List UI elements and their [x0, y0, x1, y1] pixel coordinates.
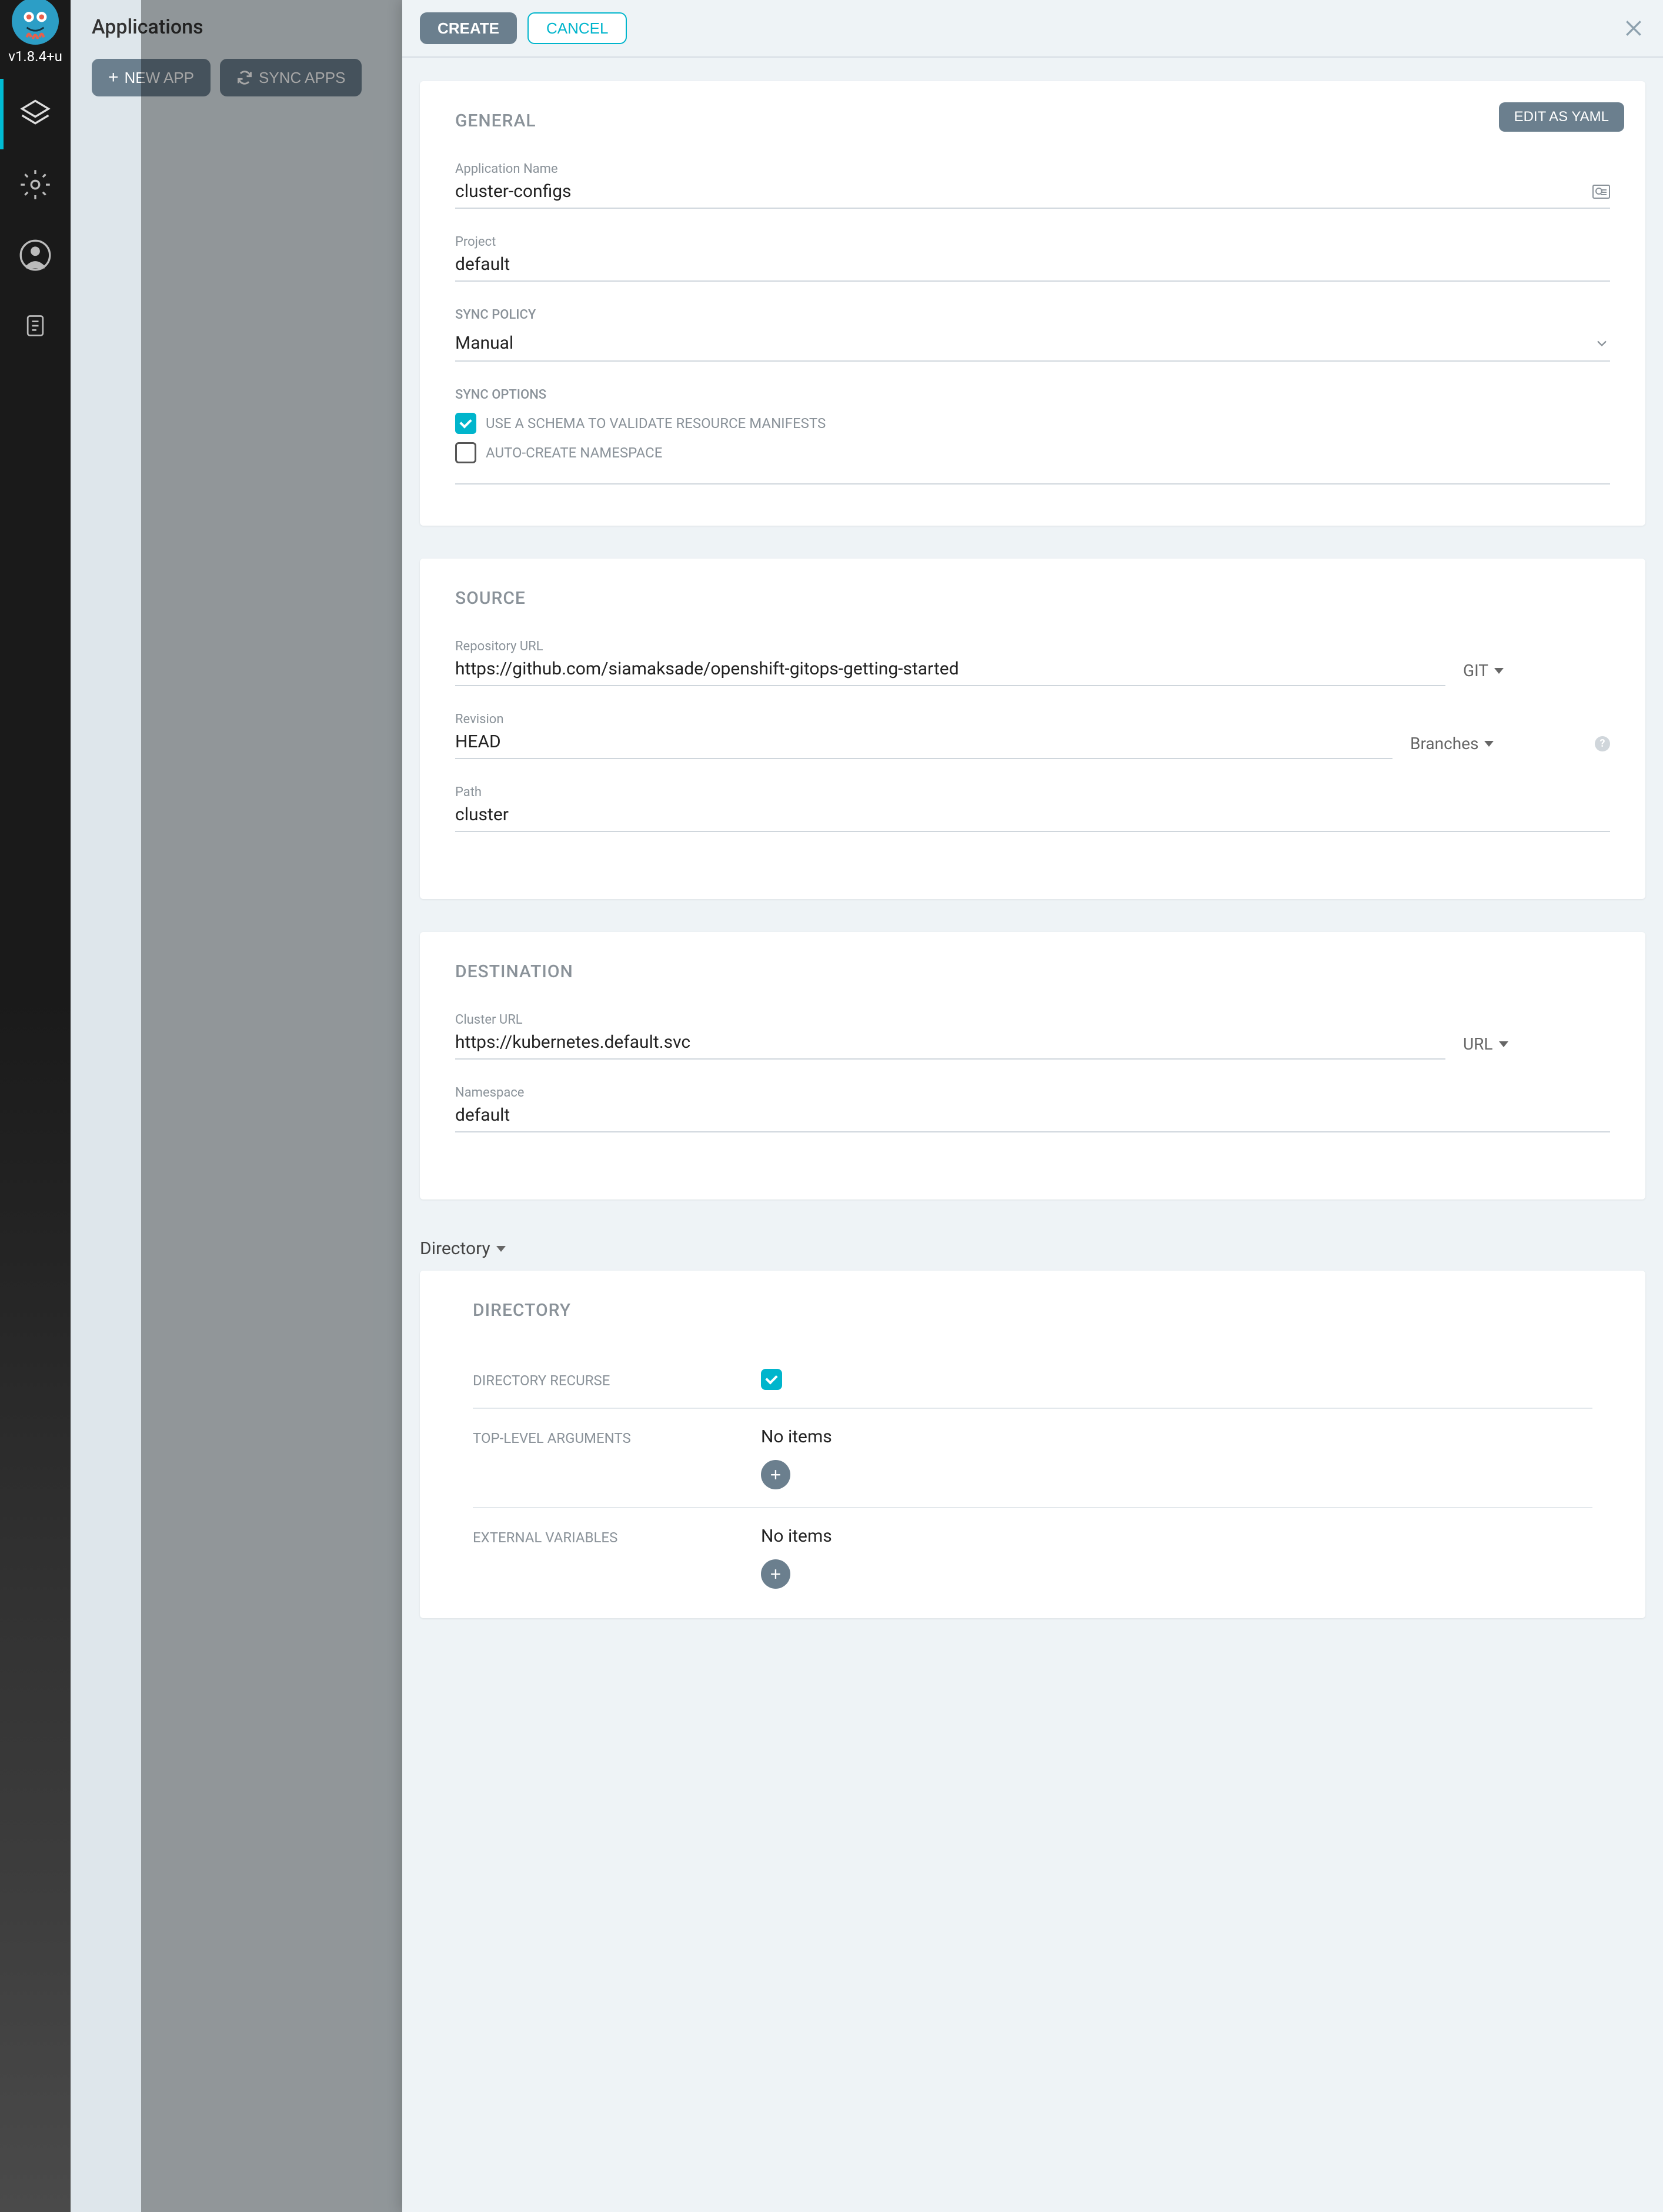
id-card-icon	[1592, 185, 1610, 199]
tla-no-items: No items	[761, 1426, 1592, 1447]
revision-label: Revision	[455, 712, 1392, 727]
directory-title: DIRECTORY	[473, 1300, 1610, 1321]
cancel-button[interactable]: CANCEL	[527, 12, 627, 44]
modal-overlay[interactable]	[141, 0, 402, 2212]
cluster-input[interactable]	[455, 1032, 1445, 1052]
app-name-label: Application Name	[455, 162, 1610, 176]
tla-label: TOP-LEVEL ARGUMENTS	[473, 1426, 761, 1489]
opt-autons-row[interactable]: AUTO-CREATE NAMESPACE	[455, 442, 1610, 463]
recurse-label: DIRECTORY RECURSE	[473, 1369, 761, 1390]
source-card: SOURCE Repository URL GIT Revision	[420, 559, 1645, 899]
cluster-label: Cluster URL	[455, 1013, 1445, 1027]
logo-area: v1.8.4+u	[0, 0, 71, 79]
argo-logo-icon	[12, 0, 59, 45]
sync-policy-value: Manual	[455, 333, 1594, 353]
checkbox-schema[interactable]	[455, 413, 476, 434]
version-label: v1.8.4+u	[8, 48, 62, 65]
path-label: Path	[455, 785, 1610, 800]
layers-icon	[19, 98, 51, 130]
revision-input[interactable]	[455, 731, 1392, 752]
destination-card: DESTINATION Cluster URL URL Namespace	[420, 932, 1645, 1199]
opt-schema-row[interactable]: USE A SCHEMA TO VALIDATE RESOURCE MANIFE…	[455, 413, 1610, 434]
namespace-label: Namespace	[455, 1085, 1610, 1100]
nav-docs[interactable]	[0, 290, 71, 361]
sync-policy-select[interactable]: Manual	[455, 333, 1610, 362]
nav-settings[interactable]	[0, 149, 71, 220]
project-label: Project	[455, 235, 1610, 249]
sidebar: v1.8.4+u	[0, 0, 71, 2212]
field-namespace: Namespace	[455, 1085, 1610, 1132]
app-name-input[interactable]	[455, 181, 1592, 202]
caret-down-icon	[1494, 668, 1504, 674]
repo-input[interactable]	[455, 659, 1445, 679]
ext-label: EXTERNAL VARIABLES	[473, 1526, 761, 1589]
ext-no-items: No items	[761, 1526, 1592, 1546]
dir-ext-row: EXTERNAL VARIABLES No items +	[473, 1508, 1592, 1606]
field-repo: Repository URL GIT	[455, 639, 1610, 686]
plus-icon: +	[108, 68, 119, 88]
user-icon	[19, 239, 51, 271]
sync-options-label: SYNC OPTIONS	[455, 387, 1610, 402]
field-path: Path	[455, 785, 1610, 832]
caret-down-icon	[1484, 741, 1494, 747]
document-icon	[22, 313, 48, 339]
opt-schema-label: USE A SCHEMA TO VALIDATE RESOURCE MANIFE…	[486, 415, 826, 432]
general-card: EDIT AS YAML GENERAL Application Name Pr…	[420, 81, 1645, 526]
help-icon[interactable]: ?	[1595, 736, 1610, 751]
field-cluster: Cluster URL URL	[455, 1013, 1610, 1060]
directory-type-dropdown[interactable]: Directory	[420, 1232, 1645, 1271]
field-app-name: Application Name	[455, 162, 1610, 209]
repo-label: Repository URL	[455, 639, 1445, 654]
gear-icon	[19, 169, 51, 201]
checkbox-autons[interactable]	[455, 442, 476, 463]
opt-autons-label: AUTO-CREATE NAMESPACE	[486, 445, 662, 461]
panel-header: CREATE CANCEL	[402, 0, 1663, 58]
checkbox-recurse[interactable]	[761, 1369, 782, 1390]
caret-down-icon	[1499, 1041, 1508, 1047]
field-revision: Revision Branches ?	[455, 712, 1610, 759]
nav-applications[interactable]	[0, 79, 71, 149]
directory-card: DIRECTORY DIRECTORY RECURSE TOP-LEVEL AR…	[420, 1271, 1645, 1618]
field-project: Project	[455, 235, 1610, 282]
dir-recurse-row: DIRECTORY RECURSE	[473, 1351, 1592, 1409]
sync-policy-label: SYNC POLICY	[455, 308, 1610, 322]
create-button[interactable]: CREATE	[420, 12, 517, 44]
destination-title: DESTINATION	[455, 961, 1610, 982]
edit-as-yaml-button[interactable]: EDIT AS YAML	[1499, 102, 1624, 132]
close-icon[interactable]	[1622, 16, 1645, 40]
sync-options-block: USE A SCHEMA TO VALIDATE RESOURCE MANIFE…	[455, 413, 1610, 484]
main-area: Applications +NEW APP SYNC APPS CREATE C…	[71, 0, 1663, 2212]
caret-down-icon	[496, 1246, 506, 1252]
nav-user[interactable]	[0, 220, 71, 290]
project-input[interactable]	[455, 254, 1610, 275]
add-ext-button[interactable]: +	[761, 1559, 790, 1589]
add-tla-button[interactable]: +	[761, 1460, 790, 1489]
create-app-panel: CREATE CANCEL EDIT AS YAML GENERAL Appli…	[402, 0, 1663, 2212]
revision-type-dropdown[interactable]: Branches ?	[1410, 734, 1610, 759]
source-title: SOURCE	[455, 588, 1610, 609]
dir-tla-row: TOP-LEVEL ARGUMENTS No items +	[473, 1409, 1592, 1508]
repo-type-dropdown[interactable]: GIT	[1463, 661, 1610, 686]
chevron-down-icon	[1594, 335, 1610, 352]
panel-body: EDIT AS YAML GENERAL Application Name Pr…	[402, 58, 1663, 2212]
general-title: GENERAL	[455, 111, 1610, 131]
path-input[interactable]	[455, 804, 1610, 825]
namespace-input[interactable]	[455, 1105, 1610, 1125]
cluster-type-dropdown[interactable]: URL	[1463, 1034, 1610, 1060]
